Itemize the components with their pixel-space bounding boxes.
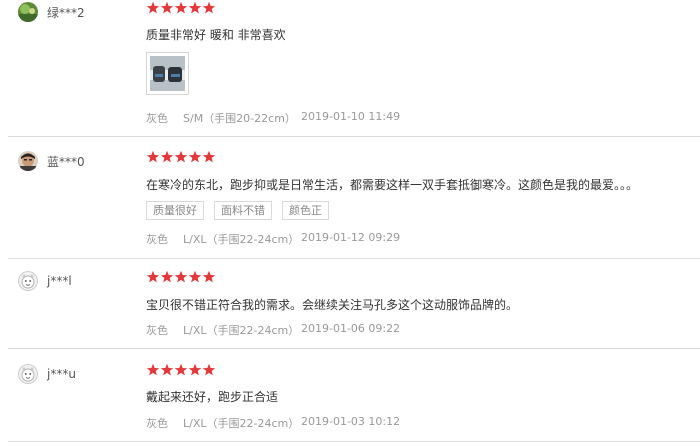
star-icon — [174, 1, 188, 14]
variant-size: L/XL（手围22-24cm） — [183, 417, 300, 430]
reviewer: j***u — [18, 363, 76, 385]
review-text: 宝贝很不错正符合我的需求。会继续关注马孔多这个这动服饰品牌的。 — [146, 298, 519, 312]
review-tags: 质量很好 面料不错 颜色正 — [146, 201, 339, 220]
star-icon — [146, 270, 160, 283]
avatar[interactable] — [18, 151, 38, 171]
review-date: 2019-01-03 10:12 — [301, 415, 401, 428]
purchase-info: 灰色 L/XL（手围22-24cm） 2019-01-12 09:29 — [146, 231, 400, 247]
star-rating — [146, 363, 216, 378]
variant-color: 灰色 — [146, 417, 168, 430]
star-icon — [188, 1, 202, 14]
variant-color: 灰色 — [146, 233, 168, 246]
reviewer: j***l — [18, 270, 72, 292]
review-date: 2019-01-12 09:29 — [301, 231, 401, 244]
review-text: 质量非常好 暖和 非常喜欢 — [146, 28, 286, 42]
divider — [8, 348, 700, 349]
variant-size: L/XL（手围22-24cm） — [183, 324, 300, 337]
purchase-info: 灰色 L/XL（手围22-24cm） 2019-01-03 10:12 — [146, 415, 400, 431]
avatar[interactable] — [18, 2, 38, 22]
star-icon — [146, 363, 160, 376]
star-icon — [188, 270, 202, 283]
review-tag: 颜色正 — [282, 201, 329, 220]
default-avatar-icon[interactable] — [18, 271, 38, 291]
star-icon — [146, 1, 160, 14]
star-icon — [174, 150, 188, 163]
purchase-info: 灰色 L/XL（手围22-24cm） 2019-01-06 09:22 — [146, 322, 400, 338]
review-text: 在寒冷的东北，跑步抑或是日常生活，都需要这样一双手套抵御寒冷。这颜色是我的最爱。… — [146, 178, 639, 192]
star-icon — [174, 270, 188, 283]
reviewer-name: j***u — [47, 367, 76, 381]
star-icon — [146, 150, 160, 163]
variant-color: 灰色 — [146, 112, 168, 125]
review-date: 2019-01-10 11:49 — [301, 110, 401, 123]
variant-color: 灰色 — [146, 324, 168, 337]
variant-size: S/M（手围20-22cm） — [183, 112, 296, 125]
star-icon — [202, 270, 216, 283]
divider — [8, 136, 700, 137]
reviewer-name: j***l — [47, 274, 72, 288]
star-icon — [160, 363, 174, 376]
review-tag: 质量很好 — [146, 201, 204, 220]
star-icon — [160, 270, 174, 283]
star-rating — [146, 1, 216, 16]
reviewer: 绿***2 — [18, 1, 85, 23]
purchase-info: 灰色 S/M（手围20-22cm） 2019-01-10 11:49 — [146, 110, 400, 126]
reviewer-name: 绿***2 — [47, 5, 85, 20]
variant-size: L/XL（手围22-24cm） — [183, 233, 300, 246]
review-text: 戴起来还好，跑步正合适 — [146, 390, 279, 404]
star-rating — [146, 150, 216, 165]
divider — [8, 258, 700, 259]
star-icon — [202, 150, 216, 163]
review-photo-thumbnail[interactable] — [146, 52, 189, 95]
star-rating — [146, 270, 216, 285]
star-icon — [202, 1, 216, 14]
star-icon — [160, 1, 174, 14]
review-date: 2019-01-06 09:22 — [301, 322, 401, 335]
star-icon — [160, 150, 174, 163]
star-icon — [202, 363, 216, 376]
star-icon — [188, 363, 202, 376]
default-avatar-icon[interactable] — [18, 364, 38, 384]
star-icon — [188, 150, 202, 163]
star-icon — [174, 363, 188, 376]
review-tag: 面料不错 — [214, 201, 272, 220]
divider — [8, 441, 700, 442]
reviewer: 蓝***0 — [18, 150, 85, 172]
reviewer-name: 蓝***0 — [47, 154, 85, 169]
